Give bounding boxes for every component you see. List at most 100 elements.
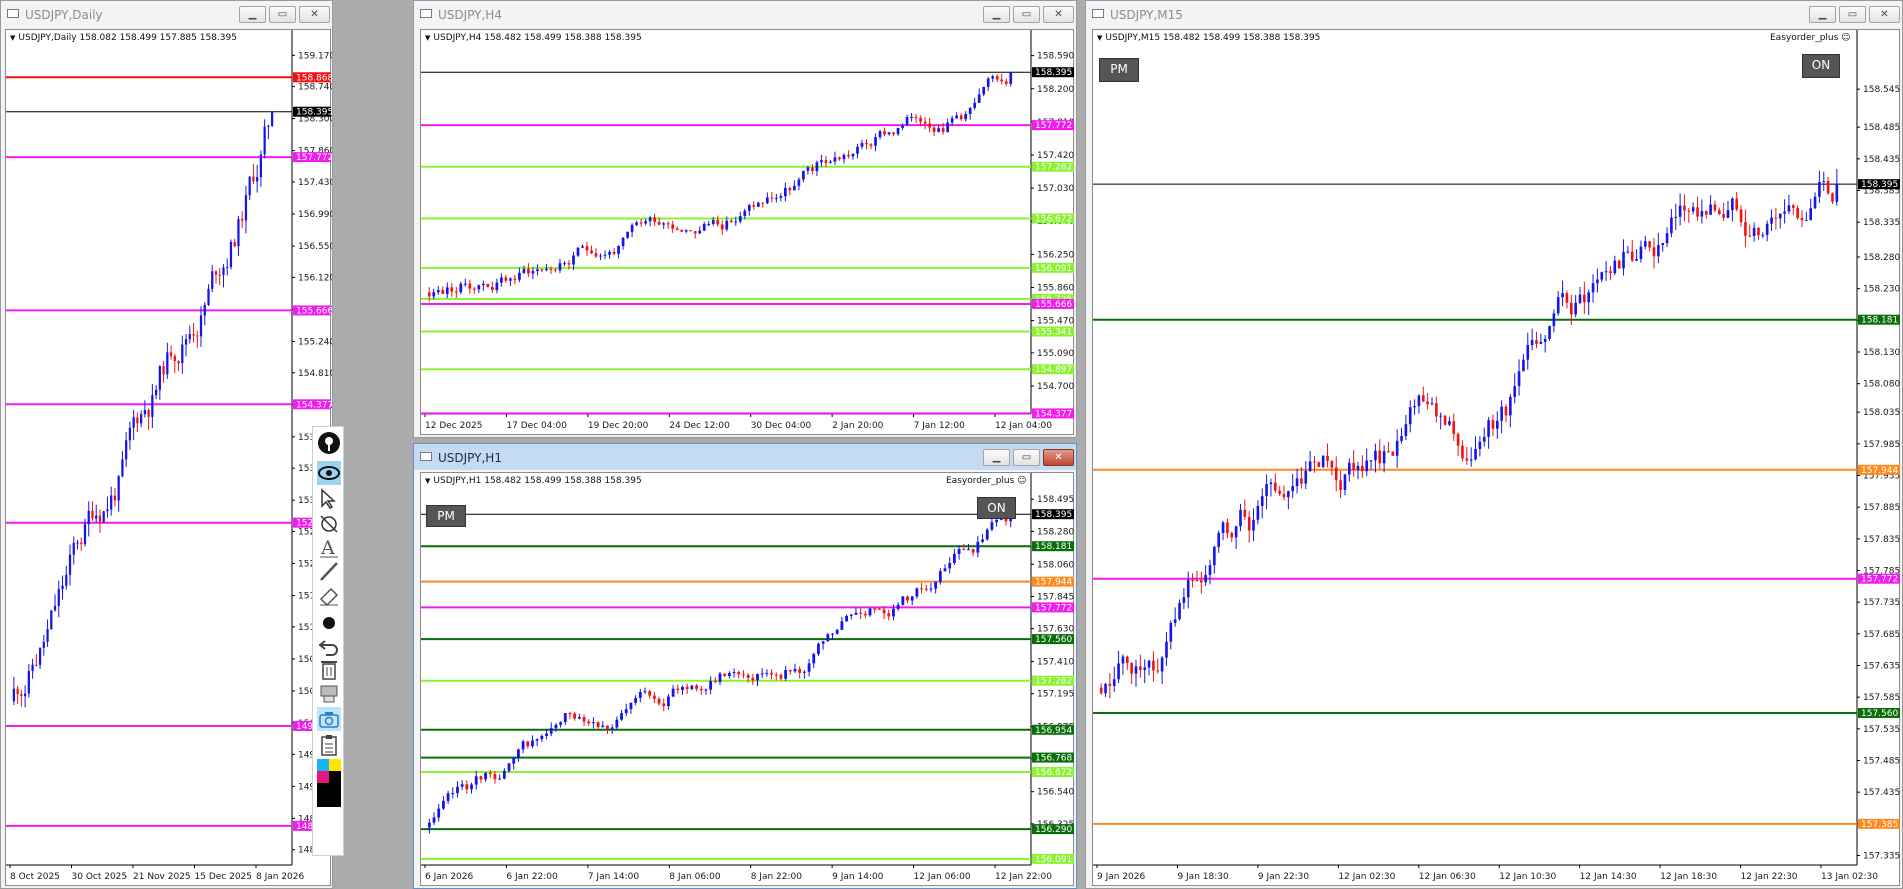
- close-button[interactable]: ✕: [1043, 6, 1074, 23]
- window-m15[interactable]: USDJPY,M15 ▁ ▭ ✕ 158.545 158.485 158.435 15…: [1085, 0, 1903, 889]
- candle: [1291, 473, 1295, 499]
- candle: [1539, 333, 1543, 344]
- candle: [976, 536, 980, 558]
- candle: [1535, 331, 1538, 349]
- svg-text:A: A: [320, 537, 335, 559]
- candle: [1178, 599, 1181, 621]
- dot-icon[interactable]: [317, 611, 341, 635]
- window-h4[interactable]: USDJPY,H4 ▁ ▭ ✕ 158.590158.200157.810157…: [413, 0, 1077, 438]
- candle: [1452, 413, 1456, 441]
- candle: [869, 143, 873, 150]
- candle: [1339, 470, 1342, 499]
- candle: [207, 284, 210, 307]
- crosshair-icon[interactable]: [317, 511, 341, 535]
- candle: [1600, 271, 1604, 283]
- on-button[interactable]: ON: [977, 497, 1016, 519]
- window-daily[interactable]: USDJPY,Daily ▁ ▭ ✕ 159.170 158.740 158.300…: [0, 0, 333, 889]
- maximize-button[interactable]: ▭: [269, 6, 296, 23]
- minimize-button[interactable]: ▁: [239, 6, 266, 23]
- chart-area-m15[interactable]: 158.545 158.485 158.435 158.385 158.335 158.2…: [1092, 29, 1900, 886]
- titlebar-h1[interactable]: USDJPY,H1 ▁ ▭ ✕: [414, 444, 1076, 470]
- pm-button[interactable]: PM: [426, 505, 466, 527]
- candle: [1252, 508, 1255, 542]
- candle: [779, 673, 783, 681]
- titlebar-m15[interactable]: USDJPY,M15 ▁ ▭ ✕: [1086, 1, 1902, 27]
- trash-icon[interactable]: [317, 657, 341, 681]
- clipboard-icon[interactable]: [317, 733, 341, 757]
- minimize-button[interactable]: ▁: [983, 6, 1010, 23]
- candle: [1378, 439, 1382, 470]
- candle: [704, 688, 708, 695]
- candle: [667, 693, 670, 710]
- y-tick-label: 157.635: [1863, 662, 1900, 672]
- candle: [1234, 525, 1238, 549]
- candle: [652, 691, 656, 703]
- pm-button[interactable]: PM: [1099, 58, 1139, 82]
- text-icon[interactable]: A: [317, 535, 341, 559]
- candle: [526, 741, 530, 749]
- close-button[interactable]: ✕: [1043, 449, 1074, 466]
- window-title: USDJPY,M15: [1110, 8, 1183, 22]
- y-tick-label: 158.485: [1863, 123, 1900, 133]
- minimize-button[interactable]: ▁: [983, 449, 1010, 466]
- candle: [964, 111, 968, 122]
- candle: [1761, 232, 1765, 239]
- chart-area-daily[interactable]: 159.170 158.740 158.300 157.860 157.430 156.9…: [5, 29, 333, 886]
- x-tick-label: 30 Oct 2025: [72, 872, 128, 882]
- titlebar-h4[interactable]: USDJPY,H4 ▁ ▭ ✕: [414, 1, 1076, 27]
- candle: [610, 724, 614, 734]
- level-price-label: 157.772: [1035, 603, 1072, 613]
- candle: [1696, 196, 1699, 221]
- candle: [76, 539, 79, 550]
- candle: [68, 544, 72, 586]
- candle: [181, 335, 184, 374]
- candle: [1661, 242, 1665, 252]
- candle: [1165, 631, 1168, 666]
- maximize-button[interactable]: ▭: [1839, 6, 1866, 23]
- chart-area-h4[interactable]: 158.590158.200157.810157.420157.030156.6…: [420, 29, 1074, 435]
- window-h1[interactable]: USDJPY,H1 ▁ ▭ ✕ 158.495 158.280 158.060 157…: [413, 443, 1077, 889]
- chart-area-h1[interactable]: 158.495 158.280 158.060 157.845 157.630 157.4…: [420, 472, 1074, 886]
- candle: [143, 400, 146, 418]
- maximize-button[interactable]: ▭: [1013, 6, 1040, 23]
- close-button[interactable]: ✕: [299, 6, 330, 23]
- eye-icon[interactable]: [317, 461, 341, 485]
- y-tick-label: 158.335: [1863, 218, 1900, 228]
- minimize-button[interactable]: ▁: [1809, 6, 1836, 23]
- template-icon[interactable]: [317, 681, 341, 705]
- candle: [1731, 197, 1734, 222]
- candle: [450, 282, 454, 297]
- cursor-icon[interactable]: [317, 487, 341, 511]
- candle: [1121, 654, 1125, 675]
- candle: [643, 687, 647, 694]
- close-button[interactable]: ✕: [1869, 6, 1900, 23]
- camera-icon[interactable]: [317, 707, 341, 731]
- pin-icon[interactable]: [317, 431, 341, 455]
- candle: [1474, 436, 1477, 461]
- color-swatch-black[interactable]: [317, 783, 341, 807]
- candle: [842, 153, 846, 164]
- candle: [244, 185, 248, 234]
- candle: [1617, 259, 1621, 269]
- candle: [495, 278, 499, 294]
- maximize-button[interactable]: ▭: [1013, 449, 1040, 466]
- on-button[interactable]: ON: [1802, 54, 1840, 78]
- candle: [125, 432, 128, 467]
- candle: [1260, 488, 1264, 519]
- candle: [817, 642, 820, 657]
- candle: [1613, 255, 1617, 276]
- candle: [263, 119, 266, 159]
- y-tick-label: 154.700: [1037, 382, 1074, 392]
- y-tick-label: 156.120: [298, 273, 333, 283]
- y-tick-label: 158.495: [1037, 495, 1074, 505]
- eraser-icon[interactable]: [317, 583, 341, 607]
- candle: [1717, 207, 1721, 216]
- titlebar-daily[interactable]: USDJPY,Daily ▁ ▭ ✕: [1, 1, 332, 27]
- candle: [1713, 200, 1717, 213]
- candle: [1152, 651, 1155, 682]
- candle: [784, 182, 787, 202]
- color-palette-icon[interactable]: [317, 759, 341, 819]
- candle: [1548, 325, 1551, 341]
- trendline-icon[interactable]: [317, 559, 341, 583]
- undo-icon[interactable]: [317, 633, 341, 657]
